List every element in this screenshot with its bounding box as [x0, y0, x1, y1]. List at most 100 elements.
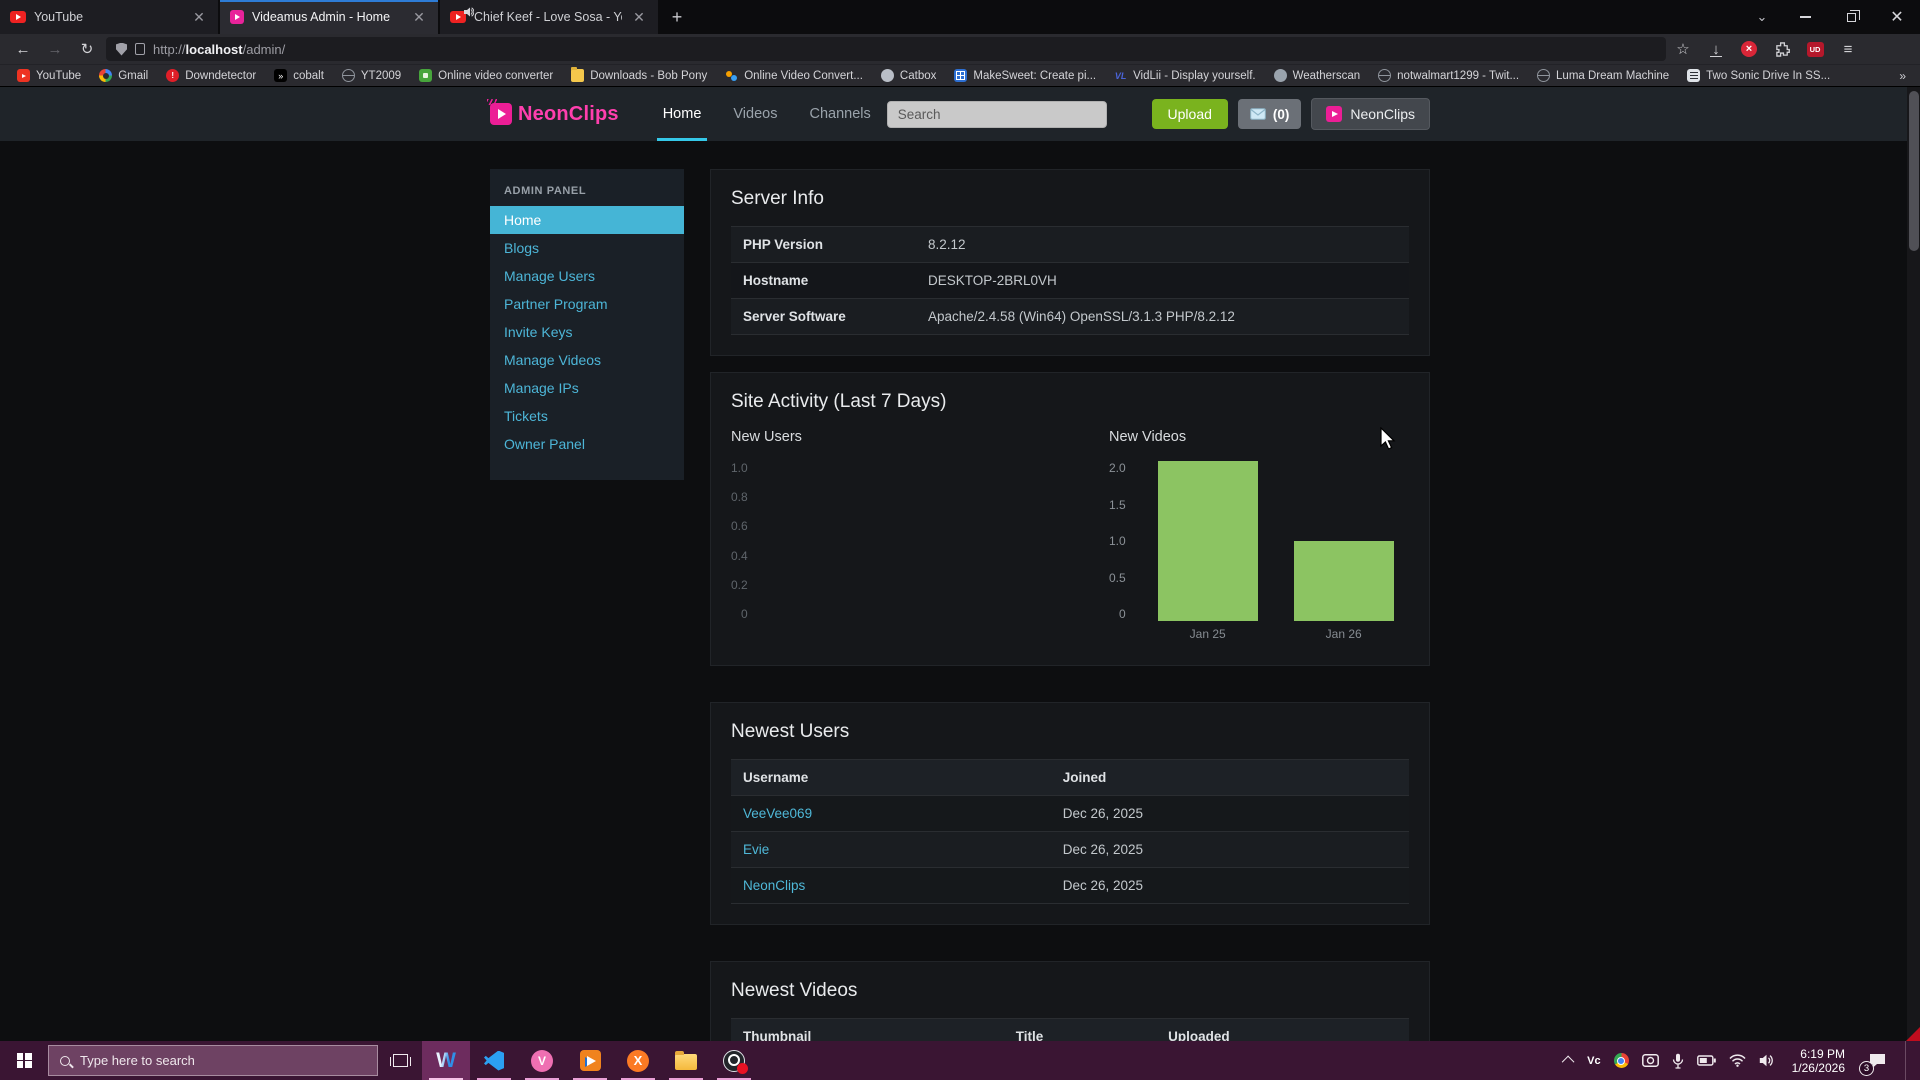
tab-youtube[interactable]: YouTube ✕	[0, 0, 218, 34]
page-info-icon[interactable]	[135, 43, 145, 55]
taskbar-app-xampp[interactable]: X	[614, 1041, 662, 1080]
menu-hamburger-icon[interactable]: ≡	[1837, 38, 1859, 60]
start-button[interactable]	[0, 1041, 48, 1080]
page-scrollbar[interactable]	[1907, 87, 1920, 1041]
bookmark-item[interactable]: Luma Dream Machine	[1528, 65, 1678, 86]
server-info-value: 8.2.12	[916, 227, 1409, 263]
reload-icon[interactable]: ↻	[74, 37, 100, 61]
tray-battery-icon[interactable]	[1697, 1055, 1716, 1066]
sidebar-heading: ADMIN PANEL	[490, 169, 684, 206]
tab-chief-keef[interactable]: Chief Keef - Love Sosa - YouTub ✕	[440, 0, 658, 34]
window-minimize-button[interactable]	[1782, 0, 1828, 34]
ud-extension-icon[interactable]: UD	[1804, 38, 1826, 60]
folder-icon	[571, 69, 584, 82]
username-link[interactable]: Evie	[743, 842, 769, 857]
taskbar-app-videopad[interactable]: V	[518, 1041, 566, 1080]
search-input[interactable]	[887, 101, 1107, 128]
user-menu-button[interactable]: NeonClips	[1311, 98, 1430, 130]
window-close-button[interactable]: ✕	[1874, 0, 1920, 34]
mail-button[interactable]: (0)	[1238, 99, 1302, 129]
taskbar-app-obs[interactable]	[710, 1041, 758, 1080]
bookmark-label: YT2009	[361, 70, 401, 82]
window-restore-button[interactable]	[1828, 0, 1874, 34]
taskbar-app-vscode[interactable]	[470, 1041, 518, 1080]
taskbar-app-waterfox[interactable]: W	[422, 1041, 470, 1080]
bookmark-item[interactable]: Two Sonic Drive In SS...	[1678, 65, 1839, 86]
bookmark-item[interactable]: cobalt	[265, 65, 333, 86]
bookmark-item[interactable]: Gmail	[90, 65, 157, 86]
forward-icon[interactable]: →	[42, 37, 68, 61]
bookmark-item[interactable]: Online video converter	[410, 65, 562, 86]
bookmark-item[interactable]: notwalmart1299 - Twit...	[1369, 65, 1528, 86]
downloads-icon[interactable]: ↓	[1705, 38, 1727, 60]
bookmark-item[interactable]: YT2009	[333, 65, 410, 86]
tab-close-icon[interactable]: ✕	[190, 8, 208, 26]
bookmark-item[interactable]: MakeSweet: Create pi...	[945, 65, 1105, 86]
blocker-extension-icon[interactable]: ×	[1738, 38, 1760, 60]
tray-chrome-icon[interactable]	[1614, 1053, 1629, 1068]
bookmark-label: Online Video Convert...	[744, 70, 863, 82]
tray-hidden-icons-chevron-icon[interactable]	[1562, 1056, 1575, 1069]
sidebar-item-home[interactable]: Home	[490, 206, 684, 234]
upload-button[interactable]: Upload	[1152, 99, 1228, 129]
main-nav: Home Videos Channels	[647, 87, 887, 141]
neonclips-logo[interactable]: NeonClips	[490, 103, 619, 126]
new-tab-button[interactable]: +	[660, 0, 694, 34]
taskbar-app-mediaplayer[interactable]	[566, 1041, 614, 1080]
chart-bar	[1294, 541, 1394, 621]
scrollbar-thumb[interactable]	[1909, 91, 1919, 251]
tray-vc-icon[interactable]: Vc	[1587, 1055, 1600, 1067]
taskbar-search[interactable]: Type here to search	[48, 1045, 378, 1076]
extensions-puzzle-icon[interactable]	[1771, 38, 1793, 60]
bookmark-item[interactable]: Downloads - Bob Pony	[562, 65, 716, 86]
sidebar-item-tickets[interactable]: Tickets	[490, 402, 684, 430]
chart-x-label: Jan 26	[1294, 621, 1394, 645]
url-bar[interactable]: http://localhost/admin/	[106, 37, 1666, 61]
bookmark-item[interactable]: Online Video Convert...	[716, 65, 872, 86]
tab-videamus-admin[interactable]: Videamus Admin - Home ✕	[220, 0, 438, 34]
nav-videos[interactable]: Videos	[717, 87, 793, 141]
sidebar-item-invite-keys[interactable]: Invite Keys	[490, 318, 684, 346]
tray-microphone-icon[interactable]	[1672, 1053, 1684, 1069]
task-view-icon	[393, 1054, 408, 1067]
tray-camera-icon[interactable]	[1642, 1054, 1659, 1067]
list-all-tabs-icon[interactable]: ⌄	[1742, 0, 1782, 34]
taskbar-clock[interactable]: 6:19 PM 1/26/2026	[1788, 1047, 1849, 1075]
sidebar-item-partner-program[interactable]: Partner Program	[490, 290, 684, 318]
chart-bar-column: Jan 26	[1294, 461, 1394, 645]
chart-bar	[1158, 461, 1258, 621]
chart-plot-area: Jan 25 Jan 26	[1136, 461, 1394, 645]
action-center-button[interactable]: 3	[1862, 1041, 1892, 1080]
sidebar-item-manage-users[interactable]: Manage Users	[490, 262, 684, 290]
sidebar-item-manage-videos[interactable]: Manage Videos	[490, 346, 684, 374]
sidebar-item-blogs[interactable]: Blogs	[490, 234, 684, 262]
sidebar-item-owner-panel[interactable]: Owner Panel	[490, 430, 684, 458]
username-link[interactable]: NeonClips	[743, 878, 805, 893]
bookmark-item[interactable]: YouTube	[8, 65, 90, 86]
server-info-row: PHP Version8.2.12	[731, 227, 1409, 263]
tab-close-icon[interactable]: ✕	[410, 8, 428, 26]
bookmark-item[interactable]: VidLii - Display yourself.	[1105, 65, 1265, 86]
sidebar-item-manage-ips[interactable]: Manage IPs	[490, 374, 684, 402]
bookmark-label: YouTube	[36, 70, 81, 82]
tray-volume-icon[interactable]	[1759, 1054, 1775, 1067]
url-text[interactable]: http://localhost/admin/	[153, 42, 285, 57]
back-icon[interactable]: ←	[10, 37, 36, 61]
username-link[interactable]: VeeVee069	[743, 806, 812, 821]
file-explorer-icon	[675, 1054, 697, 1070]
nav-channels[interactable]: Channels	[793, 87, 886, 141]
bookmark-item[interactable]: Downdetector	[157, 65, 265, 86]
tab-close-icon[interactable]: ✕	[630, 8, 648, 26]
tracking-shield-icon[interactable]	[116, 43, 127, 56]
task-view-button[interactable]	[378, 1041, 422, 1080]
tray-wifi-icon[interactable]	[1729, 1054, 1746, 1067]
bookmark-item[interactable]: Catbox	[872, 65, 945, 86]
bookmark-item[interactable]: Weatherscan	[1265, 65, 1370, 86]
bookmark-star-icon[interactable]: ☆	[1672, 38, 1694, 60]
bookmarks-overflow-chevron-icon[interactable]: »	[1899, 69, 1912, 83]
nav-home[interactable]: Home	[647, 87, 718, 141]
audio-playing-icon[interactable]	[464, 6, 474, 20]
taskbar-app-explorer[interactable]	[662, 1041, 710, 1080]
show-desktop-strip[interactable]	[1905, 1041, 1910, 1080]
newest-videos-table: ThumbnailTitleUploaded	[731, 1018, 1409, 1041]
